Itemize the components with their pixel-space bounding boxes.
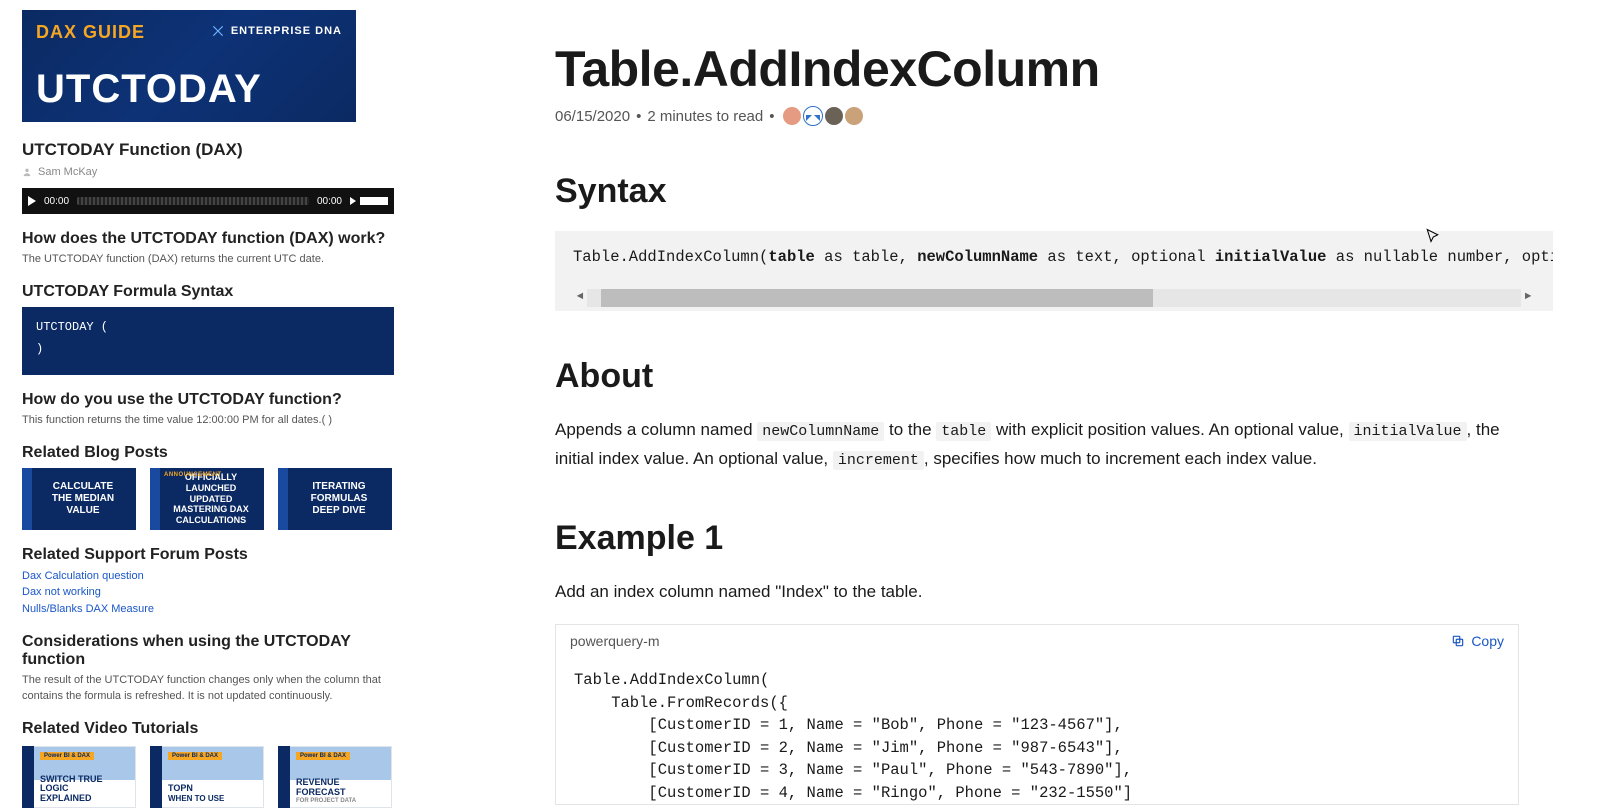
code-language-label: powerquery-m	[570, 633, 659, 649]
audio-time-start: 00:00	[44, 196, 69, 207]
scroll-thumb[interactable]	[601, 289, 1153, 307]
heading-how-use: How do you use the UTCTODAY function?	[22, 391, 395, 409]
banner-brand: ENTERPRISE DNA	[211, 24, 342, 38]
avatar-3[interactable]	[825, 107, 843, 125]
example-code: Table.AddIndexColumn( Table.FromRecords(…	[556, 657, 1518, 804]
blog-thumb-row: CALCULATE THE MEDIAN VALUE ANNOUNCEMENT …	[22, 468, 395, 530]
thumb-edge	[22, 746, 34, 808]
article-meta: 06/15/2020 • 2 minutes to read •	[555, 106, 1623, 126]
inline-code: initialValue	[1349, 422, 1467, 441]
heading-considerations: Considerations when using the UTCTODAY f…	[22, 633, 395, 669]
blog-thumb-3[interactable]: ITERATING FORMULAS DEEP DIVE	[278, 468, 392, 530]
heading-about: About	[555, 357, 1623, 396]
video-caption: TOPN WHEN TO USE	[168, 784, 260, 804]
heading-syntax: Syntax	[555, 172, 1623, 211]
scroll-right-icon[interactable]: ►	[1521, 290, 1535, 305]
audio-player[interactable]: 00:00 00:00	[22, 188, 394, 214]
person-icon	[22, 167, 32, 177]
video-thumb-row: Power BI & DAX SWITCH TRUE LOGIC EXPLAIN…	[22, 746, 395, 808]
video-caption: REVENUE FORECAST FOR PROJECT DATA	[296, 778, 388, 804]
avatar-2[interactable]	[803, 106, 823, 126]
meta-sep: •	[636, 108, 641, 125]
forum-link-3[interactable]: Nulls/Blanks DAX Measure	[22, 601, 395, 618]
thumb-text: OFFICIALLY LAUNCHED UPDATED MASTERING DA…	[162, 472, 260, 526]
volume-control[interactable]	[350, 197, 388, 205]
video-thumb-3[interactable]: Power BI & DAX REVENUE FORECAST FOR PROJ…	[278, 746, 392, 808]
thumb-text: CALCULATE THE MEDIAN VALUE	[52, 481, 114, 517]
thumb-tag: ANNOUNCEMENT	[164, 472, 222, 479]
thumb-edge	[150, 468, 160, 530]
banner-brand-text: ENTERPRISE DNA	[231, 25, 342, 37]
blog-thumb-2[interactable]: ANNOUNCEMENT OFFICIALLY LAUNCHED UPDATED…	[150, 468, 264, 530]
thumb-edge	[22, 468, 32, 530]
author-line: Sam McKay	[22, 166, 395, 178]
play-icon[interactable]	[28, 196, 36, 206]
heading-video: Related Video Tutorials	[22, 720, 395, 738]
meta-sep: •	[769, 108, 774, 125]
heading-example-1: Example 1	[555, 519, 1623, 558]
example-code-box: powerquery-m Copy Table.AddIndexColumn( …	[555, 624, 1519, 805]
banner-title: UTCTODAY	[36, 67, 262, 112]
thumb-edge	[150, 746, 162, 808]
sidebar-title: UTCTODAY Function (DAX)	[22, 140, 395, 160]
meta-date: 06/15/2020	[555, 108, 630, 125]
article-main: Table.AddIndexColumn 06/15/2020 • 2 minu…	[395, 0, 1623, 805]
example-header: powerquery-m Copy	[556, 625, 1518, 657]
inline-code: table	[936, 422, 991, 441]
audio-track[interactable]	[77, 197, 309, 205]
video-thumb-1[interactable]: Power BI & DAX SWITCH TRUE LOGIC EXPLAIN…	[22, 746, 136, 808]
video-pill: Power BI & DAX	[296, 752, 350, 760]
thumb-edge	[278, 468, 288, 530]
banner-tag: DAX GUIDE	[36, 22, 145, 43]
volume-level[interactable]	[360, 197, 388, 205]
avatar-1[interactable]	[783, 107, 801, 125]
speaker-icon	[350, 197, 356, 205]
scroll-left-icon[interactable]: ◄	[573, 290, 587, 305]
forum-link-1[interactable]: Dax Calculation question	[22, 568, 395, 585]
example-1-description: Add an index column named "Index" to the…	[555, 578, 1515, 607]
author-name: Sam McKay	[38, 166, 97, 178]
dax-guide-banner[interactable]: DAX GUIDE ENTERPRISE DNA UTCTODAY	[22, 10, 356, 122]
cursor-icon	[1425, 228, 1443, 246]
video-pill: Power BI & DAX	[40, 752, 94, 760]
code-line-2: )	[36, 339, 380, 361]
syntax-code-block: Table.AddIndexColumn(table as table, new…	[555, 231, 1553, 311]
heading-forum: Related Support Forum Posts	[22, 546, 395, 564]
video-thumb-2[interactable]: Power BI & DAX TOPN WHEN TO USE	[150, 746, 264, 808]
avatar-4[interactable]	[845, 107, 863, 125]
sidebar: DAX GUIDE ENTERPRISE DNA UTCTODAY UTCTOD…	[0, 0, 395, 808]
heading-how-work: How does the UTCTODAY function (DAX) wor…	[22, 230, 395, 248]
inline-code: increment	[833, 451, 924, 470]
video-pill: Power BI & DAX	[168, 752, 222, 760]
copy-label: Copy	[1471, 633, 1504, 649]
video-caption: SWITCH TRUE LOGIC EXPLAINED	[40, 775, 132, 805]
page-title: Table.AddIndexColumn	[555, 40, 1623, 98]
meta-readtime: 2 minutes to read	[647, 108, 763, 125]
heading-related-blog: Related Blog Posts	[22, 444, 395, 462]
contributor-avatars[interactable]	[783, 106, 863, 126]
heading-formula-syntax: UTCTODAY Formula Syntax	[22, 283, 395, 301]
text-how-work: The UTCTODAY function (DAX) returns the …	[22, 252, 395, 267]
text-considerations: The result of the UTCTODAY function chan…	[22, 673, 394, 704]
text-how-use: This function returns the time value 12:…	[22, 413, 395, 428]
thumb-edge	[278, 746, 290, 808]
scroll-rail[interactable]	[587, 289, 1521, 307]
blog-thumb-1[interactable]: CALCULATE THE MEDIAN VALUE	[22, 468, 136, 530]
horizontal-scrollbar[interactable]: ◄ ►	[573, 285, 1535, 311]
code-line-1: UTCTODAY (	[36, 317, 380, 339]
audio-time-end: 00:00	[317, 196, 342, 207]
copy-icon	[1451, 634, 1465, 648]
copy-button[interactable]: Copy	[1451, 633, 1504, 649]
about-paragraph: Appends a column named newColumnName to …	[555, 416, 1515, 474]
dna-icon	[211, 24, 225, 38]
syntax-line: Table.AddIndexColumn(table as table, new…	[573, 247, 1535, 269]
forum-link-2[interactable]: Dax not working	[22, 584, 395, 601]
thumb-text: ITERATING FORMULAS DEEP DIVE	[311, 481, 368, 517]
inline-code: newColumnName	[757, 422, 884, 441]
formula-code: UTCTODAY ( )	[22, 307, 394, 374]
